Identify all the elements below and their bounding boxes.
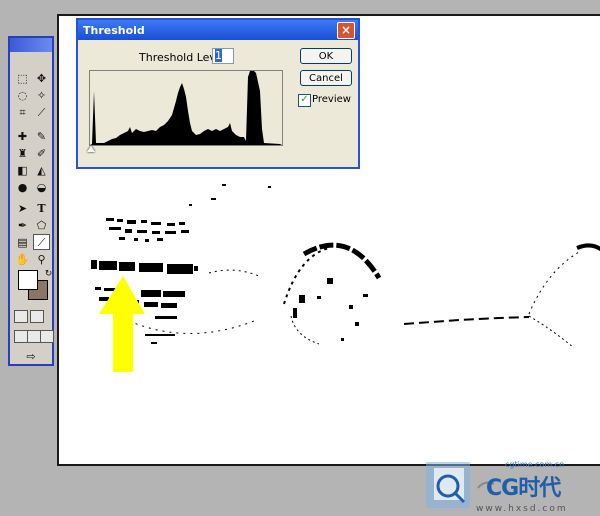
shape-tool-icon[interactable]: ⬠ [33, 217, 50, 233]
marquee-tool-icon[interactable]: ⬚ [14, 70, 31, 86]
watermark-url: www.hxsd.com [476, 504, 568, 514]
threshold-level-value: 1 [215, 49, 222, 62]
slice-tool-icon[interactable]: ⟋ [33, 104, 50, 120]
notes-tool-icon[interactable]: ▤ [14, 234, 31, 250]
screen-mode-full-icon[interactable] [40, 330, 54, 343]
jump-to-imageready-icon[interactable]: ⇨ [14, 348, 48, 364]
watermark-small-url: cgtime.com.cn [505, 460, 565, 469]
tools-palette: ⬚ ✥ ◌ ✧ ⌗ ⟋ ✚ ✎ ♜ ✐ ◧ ◭ ● ◒ ➤ T ✒ ⬠ ▤ ⟋ … [8, 36, 54, 366]
eyedropper-tool-icon[interactable]: ⟋ [33, 234, 50, 250]
lasso-tool-icon[interactable]: ◌ [14, 87, 31, 103]
close-button[interactable]: × [337, 22, 355, 39]
watermark-brand: CG时代 [486, 476, 561, 501]
history-brush-icon[interactable]: ✐ [33, 145, 50, 161]
histogram-chart-icon [90, 71, 282, 145]
text-tool-icon[interactable]: T [33, 200, 50, 216]
paint-bucket-icon[interactable]: ◭ [33, 162, 50, 178]
eraser-tool-icon[interactable]: ◧ [14, 162, 31, 178]
brush-tool-icon[interactable]: ✎ [33, 128, 50, 144]
threshold-dialog: Threshold × Threshold Level: 1 OK Cancel… [76, 18, 360, 169]
threshold-level-input[interactable]: 1 [212, 48, 234, 64]
swap-colors-icon[interactable]: ↻ [40, 266, 57, 282]
ok-button[interactable]: OK [300, 48, 352, 64]
threshold-slider-handle[interactable] [87, 146, 95, 152]
dodge-tool-icon[interactable]: ◒ [33, 179, 50, 195]
screen-mode-standard-icon[interactable] [14, 330, 28, 343]
toolbox-header[interactable] [10, 38, 52, 52]
screen-mode-full-menu-icon[interactable] [27, 330, 41, 343]
preview-checkbox[interactable]: ✓ [298, 94, 311, 107]
histogram [89, 70, 283, 146]
quick-mask-icon[interactable] [30, 310, 44, 323]
magic-wand-icon[interactable]: ✧ [33, 87, 50, 103]
clone-stamp-icon[interactable]: ♜ [14, 145, 31, 161]
move-tool-icon[interactable]: ✥ [33, 70, 50, 86]
path-select-icon[interactable]: ➤ [14, 200, 31, 216]
hand-tool-icon[interactable]: ✋ [14, 251, 31, 267]
preview-label: Preview [312, 94, 351, 105]
zoom-tool-icon[interactable]: ⚲ [33, 251, 50, 267]
foreground-color-swatch[interactable] [18, 270, 38, 290]
dialog-title: Threshold [83, 23, 145, 37]
pen-tool-icon[interactable]: ✒ [14, 217, 31, 233]
standard-mode-icon[interactable] [14, 310, 28, 323]
cancel-button[interactable]: Cancel [300, 70, 352, 86]
healing-brush-icon[interactable]: ✚ [14, 128, 31, 144]
dialog-titlebar[interactable]: Threshold [78, 20, 358, 40]
blur-tool-icon[interactable]: ● [14, 179, 31, 195]
crop-tool-icon[interactable]: ⌗ [14, 104, 31, 120]
